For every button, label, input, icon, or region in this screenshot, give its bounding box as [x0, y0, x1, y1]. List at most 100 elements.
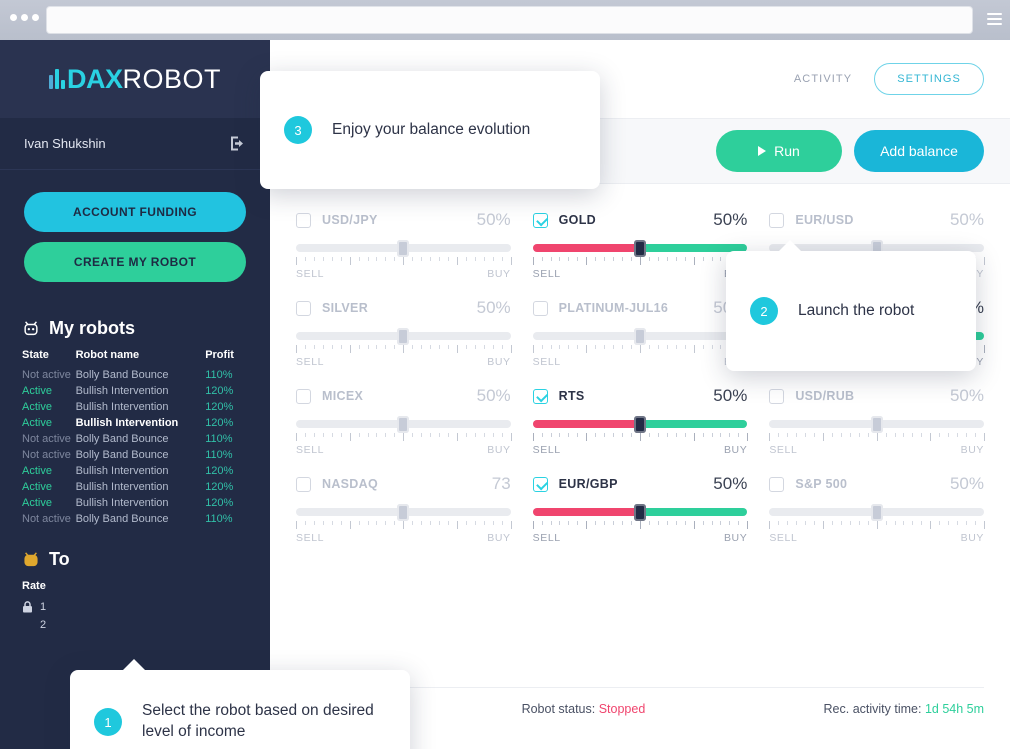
instrument-slider[interactable] — [532, 504, 748, 521]
instrument-checkbox[interactable] — [769, 388, 785, 404]
slider-ruler — [532, 521, 749, 530]
instrument-checkbox[interactable] — [296, 212, 311, 228]
tooltip-arrow — [123, 659, 145, 670]
instrument-name: USD/JPY — [322, 213, 378, 227]
slider-knob[interactable] — [397, 416, 410, 433]
table-header-row: State Robot name Profit — [0, 347, 270, 367]
table-row[interactable]: Not active Bolly Band Bounce 110% — [0, 367, 270, 383]
tooltip-step-3[interactable]: 3 Enjoy your balance evolution — [260, 71, 600, 189]
robot-state: Not active — [22, 433, 71, 445]
slider-sell-label: SELL — [532, 356, 561, 368]
instrument-header: EUR/GBP 50% — [532, 474, 747, 494]
create-my-robot-button[interactable]: CREATE MY ROBOT — [24, 242, 246, 282]
status-label: Rec. activity time: — [823, 702, 922, 716]
slider-knob[interactable] — [870, 416, 883, 433]
instrument-slider[interactable] — [296, 240, 511, 257]
instrument-slider[interactable] — [296, 328, 511, 345]
lock-icon — [23, 601, 32, 613]
status-value: 1d 54h 5m — [924, 702, 985, 716]
table-row[interactable]: Active Bullish Intervention 120% — [0, 399, 270, 415]
slider-endpoints: SELLBUY — [533, 532, 748, 544]
instrument-checkbox[interactable] — [532, 300, 548, 316]
instrument-slider[interactable] — [532, 240, 748, 257]
tooltip-step-2[interactable]: 2 Launch the robot — [726, 240, 976, 371]
instrument-name: EUR/USD — [795, 213, 854, 227]
instrument-slider[interactable] — [769, 504, 984, 521]
slider-buy-label: BUY — [723, 532, 748, 544]
instrument-checkbox[interactable] — [532, 476, 548, 492]
slider-buy-label: BUY — [960, 532, 984, 544]
table-row[interactable]: Not active Bolly Band Bounce 110% — [0, 511, 270, 527]
tooltip-step-1[interactable]: 1 Select the robot based on desired leve… — [70, 659, 410, 749]
instrument-checkbox[interactable] — [769, 476, 785, 492]
robot-profit: 110% — [205, 369, 233, 381]
instrument-name: NASDAQ — [322, 477, 378, 491]
slider-endpoints: SELLBUY — [533, 268, 748, 280]
instrument-slider[interactable] — [296, 416, 511, 433]
instrument-slider[interactable] — [532, 328, 748, 345]
slider-knob[interactable] — [633, 504, 646, 521]
robot-state: Not active — [22, 449, 71, 461]
list-item[interactable]: 1 — [0, 598, 270, 616]
instrument-checkbox[interactable] — [296, 476, 311, 492]
slider-knob[interactable] — [633, 416, 646, 433]
instrument-slider[interactable] — [296, 504, 511, 521]
slider-knob[interactable] — [397, 504, 410, 521]
slider-endpoints: SELLBUY — [533, 356, 748, 368]
slider-ruler — [532, 345, 749, 354]
robot-name: Bolly Band Bounce — [75, 449, 169, 461]
instrument-slider[interactable] — [769, 416, 984, 433]
slider-knob[interactable] — [397, 240, 410, 257]
slider-sell-fill — [532, 420, 640, 428]
logout-icon[interactable] — [229, 135, 246, 152]
my-robots-table: State Robot name Profit Not active Bolly … — [0, 347, 270, 527]
address-bar[interactable] — [47, 7, 972, 33]
instrument-checkbox[interactable] — [296, 300, 311, 316]
account-funding-button[interactable]: ACCOUNT FUNDING — [24, 192, 246, 232]
robot-state: Active — [22, 385, 52, 397]
table-row[interactable]: Active Bullish Intervention 120% — [0, 479, 270, 495]
instrument-value: 50% — [713, 386, 748, 405]
list-item[interactable]: 2 — [0, 616, 270, 634]
table-row[interactable]: Not active Bolly Band Bounce 110% — [0, 447, 270, 463]
instrument-checkbox[interactable] — [296, 388, 311, 404]
nav-activity[interactable]: ACTIVITY — [794, 73, 852, 85]
slider-knob[interactable] — [633, 328, 646, 345]
slider-endpoints: SELLBUY — [296, 444, 511, 456]
instrument-card: SILVER 50% SELL BUY — [296, 290, 512, 368]
status-value: Stopped — [598, 702, 646, 716]
slider-endpoints: SELLBUY — [296, 532, 511, 544]
status-item: Robot status: Stopped — [522, 702, 759, 716]
instrument-checkbox[interactable] — [532, 212, 548, 228]
instrument-checkbox[interactable] — [532, 388, 548, 404]
instrument-checkbox[interactable] — [769, 212, 785, 228]
robot-state: Active — [22, 481, 52, 493]
window-controls[interactable] — [10, 14, 39, 21]
instrument-card: GOLD 50% SELLBUY — [532, 202, 749, 280]
instrument-card: NASDAQ 73 SELL BUY — [296, 466, 512, 544]
slider-sell-label: SELL — [296, 532, 325, 544]
table-row[interactable]: Active Bullish Intervention 120% — [0, 495, 270, 511]
robot-name: Bullish Intervention — [75, 401, 169, 413]
slider-knob[interactable] — [633, 240, 646, 257]
table-row[interactable]: Active Bullish Intervention 120% — [0, 463, 270, 479]
slider-endpoints: SELLBUY — [296, 268, 511, 280]
robot-name: Bolly Band Bounce — [75, 369, 169, 381]
nav-settings[interactable]: SETTINGS — [874, 63, 984, 95]
top-robot-rate-cell: 1 — [0, 598, 270, 616]
robot-name: Bullish Intervention — [75, 497, 169, 509]
slider-knob[interactable] — [870, 504, 883, 521]
my-robots-heading: My robots — [0, 298, 270, 347]
add-balance-button[interactable]: Add balance — [854, 130, 984, 172]
table-row[interactable]: Not active Bolly Band Bounce 110% — [0, 431, 270, 447]
top-robots-title: To — [49, 549, 70, 569]
table-row[interactable]: Active Bullish Intervention 120% — [0, 383, 270, 399]
run-button[interactable]: Run — [716, 130, 842, 172]
slider-buy-label: BUY — [723, 444, 748, 456]
hamburger-menu-icon[interactable] — [987, 13, 1002, 28]
brand-logo[interactable]: DAX ROBOT — [0, 40, 270, 118]
robot-profit: 110% — [205, 433, 233, 445]
table-row[interactable]: Active Bullish Intervention 120% — [0, 415, 270, 431]
instrument-slider[interactable] — [532, 416, 748, 433]
slider-knob[interactable] — [397, 328, 410, 345]
